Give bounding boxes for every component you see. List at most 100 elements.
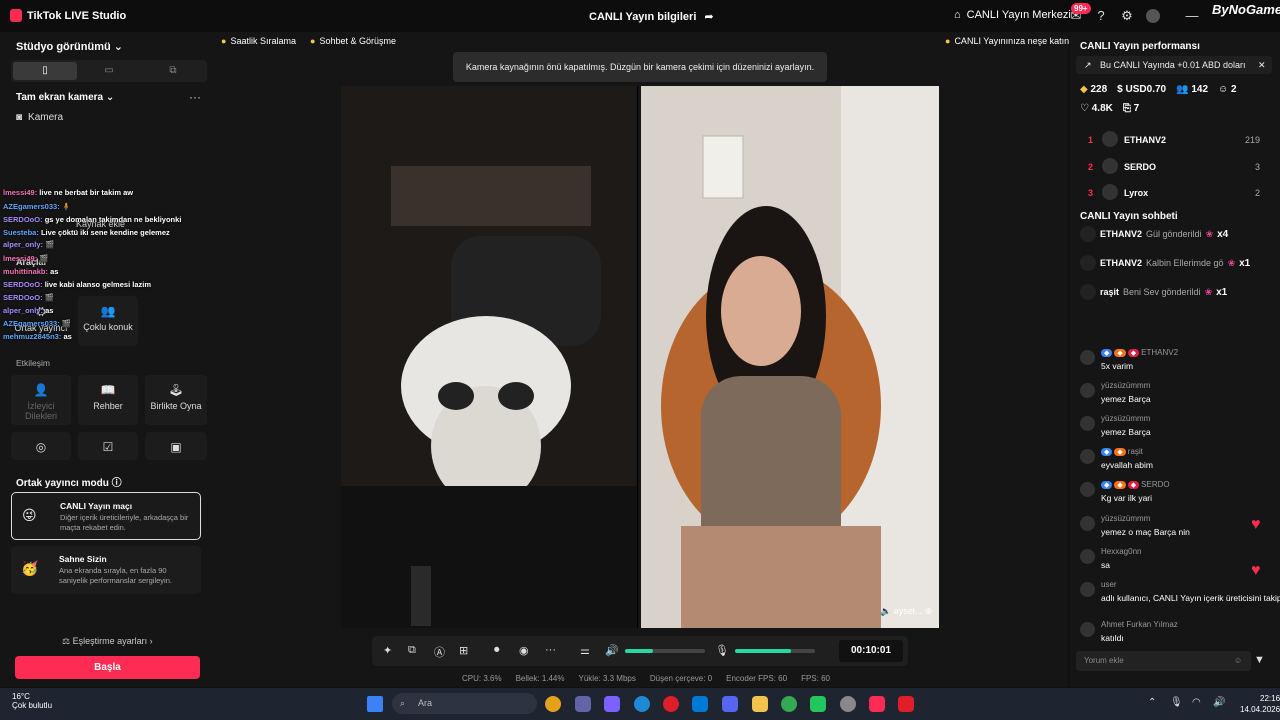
edge-icon[interactable] (634, 696, 650, 712)
speaker-icon[interactable]: 🔊 (605, 644, 619, 657)
scene-dropdown[interactable]: Tam ekran kamera ⌄ (16, 92, 114, 103)
star-icon: ● (221, 35, 227, 46)
copilot-icon[interactable] (604, 696, 620, 712)
chrome-icon[interactable] (545, 696, 561, 712)
book-icon: 📖 (100, 383, 116, 397)
play-together-tile[interactable]: 🕹 Birlikte Oyna (145, 375, 207, 425)
app-window: TikTok LIVE Studio CANLI Yayın bilgileri… (0, 0, 1280, 720)
tray-mic-icon[interactable]: 🎙 (1170, 697, 1183, 708)
store-icon[interactable] (692, 696, 708, 712)
match-emoji-icon: 😜 (22, 507, 37, 523)
chat-comment[interactable]: Ahmet Furkan Yılmaz katıldı (1080, 620, 1275, 650)
minimize-icon[interactable]: — (1184, 8, 1200, 24)
chip-chat[interactable]: ● Sohbet & Görüşme (310, 34, 396, 47)
chat-comment[interactable]: ◆ ◆ ◆ SERDO Kg var ilk yari (1080, 480, 1275, 510)
taskbar-search[interactable]: ⌕ Ara (392, 693, 537, 714)
ranking-row[interactable]: 1 ETHANV2 219 (1088, 131, 1268, 151)
overlay-chat-line: AZEgamers033: 🎬 (3, 319, 72, 328)
chat-comment[interactable]: ◆ ◆ raşit eyvallah abim (1080, 447, 1275, 477)
guide-tile[interactable]: 📖 Rehber (78, 375, 138, 425)
filter-icon[interactable]: ▼ (1254, 654, 1265, 666)
chat-comment[interactable]: user adlı kullanıcı, CANLI Yayın içerik ü… (1080, 580, 1280, 610)
chat-comment[interactable]: Hexxag0nn sa (1080, 547, 1275, 577)
more-icon[interactable]: ··· (189, 90, 201, 104)
avatar (1080, 284, 1096, 300)
ai-icon[interactable]: Ⓐ (434, 644, 445, 660)
screen-icon[interactable]: ⊞ (459, 644, 468, 657)
mic-icon[interactable]: 🎙 (715, 644, 729, 657)
landscape-option[interactable]: ▭ (77, 62, 141, 80)
help-icon[interactable]: ? (1093, 8, 1109, 24)
badge-icon: ◆ (1101, 349, 1113, 357)
live-center-button[interactable]: ⌂ CANLI Yayın Merkezi (954, 9, 1071, 21)
source-camera[interactable]: ◙ Kamera (16, 112, 63, 123)
taskbar-clock[interactable]: 22:16 14.04.2026 (1240, 693, 1280, 715)
stage-card[interactable]: 🥳 Sahne Sizin Ana ekranda sırayla, en fa… (11, 546, 201, 594)
avatar (1080, 549, 1095, 564)
gear-icon[interactable]: ⚙ (1119, 8, 1135, 24)
teams-icon[interactable] (575, 696, 591, 712)
youtube-icon[interactable] (898, 696, 914, 712)
chrome-2-icon[interactable] (781, 696, 797, 712)
overlay-chat-line: alper_only: 🎬 (3, 240, 55, 249)
xbox-icon[interactable] (810, 696, 826, 712)
chat-comment[interactable]: yüzsüzümmm yemez Barça (1080, 414, 1275, 444)
discord-icon[interactable] (722, 696, 738, 712)
comment-input[interactable]: Yorum ekle ☺ (1076, 651, 1251, 671)
tool-tile-6[interactable]: ▣ (145, 432, 207, 460)
tray-chevron-icon[interactable]: ⌃ (1148, 697, 1156, 708)
chat-comment[interactable]: yüzsüzümmm yemez o maç Barça nin (1080, 514, 1275, 544)
weather-widget[interactable]: 16°C Çok bulutlu (12, 692, 52, 710)
portrait-option[interactable]: ▯ (13, 62, 77, 80)
magic-icon[interactable]: ✦ (383, 644, 392, 657)
tool-tile-5[interactable]: ☑ (78, 432, 138, 460)
guest-video-image (641, 86, 939, 628)
studio-view-dropdown[interactable]: Stüdyo görünümü ⌄ (16, 40, 123, 53)
mic-volume-slider[interactable] (735, 649, 815, 653)
box-icon: ▣ (170, 440, 182, 454)
effects-icon[interactable]: ⧉ (408, 644, 416, 657)
live-match-card[interactable]: 😜 CANLI Yayın maçı Diğer içerik üreticil… (11, 492, 201, 540)
more-icon[interactable]: ··· (545, 644, 556, 656)
perf-title: CANLI Yayın performansı (1080, 41, 1200, 52)
ranking-row[interactable]: 2 SERDO 3 (1088, 158, 1268, 178)
opera-icon[interactable] (663, 696, 679, 712)
badge-icon: ◆ (1114, 481, 1126, 489)
metrics-row-1: ◆ 228 $ USD0.70 👥 142 ☺ 2 (1080, 84, 1237, 95)
diamond-icon: ◆ (1080, 84, 1088, 95)
bulb-icon: ● (945, 35, 951, 46)
app-icon[interactable] (840, 696, 856, 712)
chip-hourly-ranking[interactable]: ● Saatlik Sıralama (221, 34, 296, 47)
target-icon[interactable]: ◉ (519, 644, 529, 657)
metrics-row-2: ♡ 4.8K ⎘ 7 (1080, 103, 1139, 114)
tray-wifi-icon[interactable]: ◠ (1192, 697, 1201, 708)
windows-start-icon[interactable] (367, 696, 383, 712)
share-icon: ➦ (704, 11, 714, 23)
badge-icon: ◆ (1114, 448, 1126, 456)
tiktok-app-icon[interactable] (869, 696, 885, 712)
chat-comment[interactable]: yüzsüzümmm yemez Barça (1080, 381, 1275, 411)
explorer-icon[interactable] (752, 696, 768, 712)
avatar (1102, 184, 1118, 200)
interaction-heading: Etkileşim (16, 358, 51, 368)
match-settings-link[interactable]: ⚖ Eşleştirme ayarları › (62, 636, 153, 647)
split-divider[interactable] (637, 86, 638, 628)
avatar[interactable] (1146, 9, 1160, 23)
guest-name-label[interactable]: 🔈 aysel... ⊕ (880, 606, 932, 617)
viewer-requests-tile[interactable]: 👤 İzleyici Dilekleri (11, 375, 71, 425)
tool-tile-4[interactable]: ◎ (11, 432, 71, 460)
settings-sliders-icon[interactable]: ⚌ (580, 644, 590, 657)
close-icon[interactable]: ✕ (1258, 56, 1266, 74)
chip-fun[interactable]: ● CANLI Yayınınıza neşe katın (945, 34, 1069, 47)
tray-volume-icon[interactable]: 🔊 (1213, 697, 1225, 708)
avatar (1080, 482, 1095, 497)
record-icon[interactable]: ⏺ (494, 644, 500, 657)
overlay-chat-line: muhittinakb: as (3, 267, 59, 276)
ranking-row[interactable]: 3 Lyrox 2 (1088, 184, 1268, 204)
multi-guest-tile[interactable]: 👥 Çoklu konuk (78, 296, 138, 346)
live-info-button[interactable]: CANLI Yayın bilgileri ➦ (589, 10, 714, 24)
speaker-volume-slider[interactable] (625, 649, 705, 653)
chat-comment[interactable]: ◆ ◆ ◆ ETHANV2 5x varim (1080, 348, 1275, 378)
layout-option[interactable]: ⧉ (141, 62, 205, 80)
start-button[interactable]: Başla (15, 656, 200, 679)
